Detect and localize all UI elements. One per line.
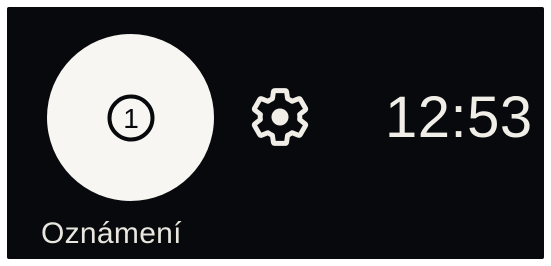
- gear-icon[interactable]: [247, 84, 313, 150]
- notification-count: 1: [123, 103, 139, 134]
- notifications-label: Oznámení: [41, 217, 182, 250]
- clock-time: 12:53: [385, 85, 533, 150]
- notification-count-icon: 1: [107, 94, 154, 141]
- notifications-button[interactable]: 1: [47, 34, 214, 201]
- quick-panel: 1 Oznámení 12:53: [7, 7, 544, 259]
